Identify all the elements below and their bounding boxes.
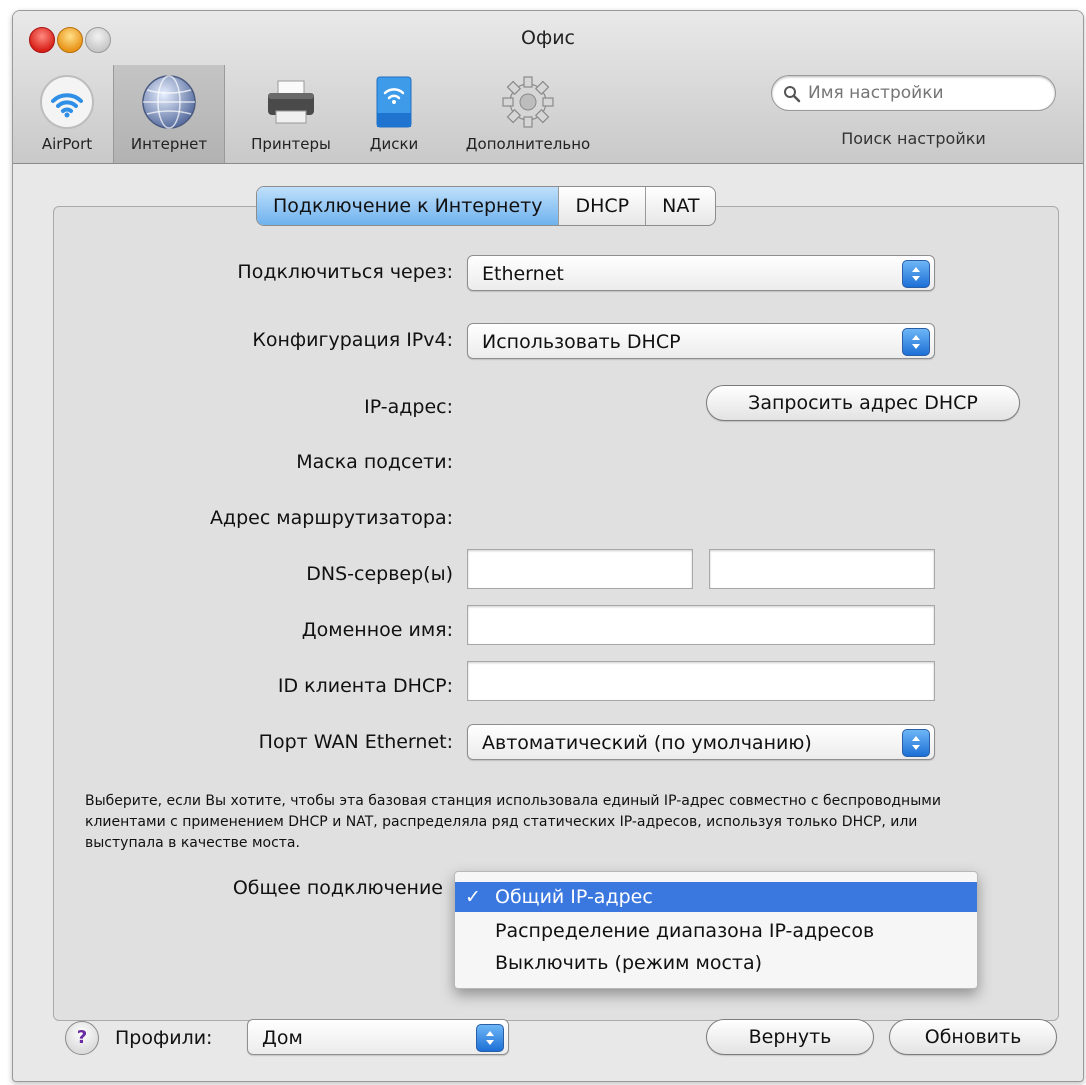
- profiles-value: Дом: [262, 1027, 303, 1049]
- renew-dhcp-button[interactable]: Запросить адрес DHCP: [706, 385, 1020, 421]
- popup-arrows-icon: [902, 729, 930, 757]
- tab-nat[interactable]: NAT: [645, 187, 715, 225]
- tab-internet-connection[interactable]: Подключение к Интернету: [257, 187, 559, 225]
- window: Офис AirPort Интернет Принтеры Диски Доп…: [12, 10, 1084, 1082]
- toolbar-item-internet[interactable]: Интернет: [113, 65, 225, 163]
- ipv4-value: Использовать DHCP: [482, 331, 681, 353]
- client-id-label: ID клиента DHCP:: [277, 675, 453, 697]
- toolbar-label: Диски: [369, 135, 419, 153]
- subnet-mask-label: Маска подсети:: [296, 451, 453, 473]
- disk-icon: [376, 76, 412, 128]
- dns-label: DNS-сервер(ы): [306, 563, 453, 585]
- menu-item-label: Общий IP-адрес: [495, 886, 653, 908]
- checkmark-icon: ✓: [465, 886, 481, 908]
- popup-arrows-icon: [902, 328, 930, 356]
- profiles-popup[interactable]: Дом: [247, 1019, 509, 1055]
- menu-item-label: Распределение диапазона IP-адресов: [495, 920, 875, 942]
- globe-icon: [142, 75, 196, 129]
- wan-port-label: Порт WAN Ethernet:: [258, 731, 453, 753]
- toolbar-item-airport[interactable]: AirPort: [21, 73, 113, 161]
- update-button[interactable]: Обновить: [889, 1019, 1057, 1055]
- toolbar-label: Дополнительно: [465, 135, 591, 153]
- popup-arrows-icon: [476, 1024, 504, 1052]
- toolbar-label: Интернет: [130, 135, 208, 153]
- profiles-label: Профили:: [115, 1027, 213, 1049]
- popup-arrows-icon: [902, 260, 930, 288]
- window-title: Офис: [521, 27, 575, 49]
- revert-button[interactable]: Вернуть: [706, 1019, 874, 1055]
- toolbar-item-advanced[interactable]: Дополнительно: [443, 73, 613, 161]
- help-button[interactable]: ?: [65, 1021, 99, 1055]
- search-caption: Поиск настройки: [841, 129, 986, 148]
- router-address-label: Адрес маршрутизатора:: [209, 507, 453, 529]
- toolbar-label: Принтеры: [251, 135, 331, 153]
- menu-item-shared-ip[interactable]: ✓ Общий IP-адрес: [455, 882, 977, 912]
- airport-icon: [40, 75, 94, 129]
- dhcp-client-id-field[interactable]: [467, 661, 935, 701]
- search-icon: [784, 86, 801, 103]
- dns-server-2-field[interactable]: [709, 549, 935, 589]
- tab-dhcp[interactable]: DHCP: [558, 187, 645, 225]
- toolbar-label: AirPort: [41, 135, 93, 153]
- wan-port-popup[interactable]: Автоматический (по умолчанию): [467, 724, 935, 760]
- toolbar: Офис AirPort Интернет Принтеры Диски Доп…: [13, 11, 1083, 164]
- gear-icon: [502, 76, 554, 128]
- sharing-dropdown-menu: ✓ Общий IP-адрес Распределение диапазона…: [454, 871, 978, 989]
- sharing-label: Общее подключение: [232, 877, 443, 899]
- tab-bar: Подключение к Интернету DHCP NAT: [256, 186, 717, 226]
- ip-address-label: IP-адрес:: [364, 396, 453, 418]
- wan-port-value: Автоматический (по умолчанию): [482, 732, 812, 754]
- domain-label: Доменное имя:: [301, 619, 453, 641]
- menu-item-label: Выключить (режим моста): [495, 952, 763, 974]
- printer-icon: [268, 80, 314, 124]
- domain-name-field[interactable]: [467, 605, 935, 645]
- toolbar-item-disks[interactable]: Диски: [353, 73, 435, 161]
- menu-item-distribute-range[interactable]: Распределение диапазона IP-адресов: [455, 916, 977, 946]
- connect-via-value: Ethernet: [482, 263, 564, 285]
- ipv4-label: Конфигурация IPv4:: [252, 329, 453, 351]
- connect-via-label: Подключиться через:: [237, 261, 453, 283]
- connect-via-popup[interactable]: Ethernet: [467, 255, 935, 291]
- menu-item-bridge-mode[interactable]: Выключить (режим моста): [455, 948, 977, 978]
- description-text: Выберите, если Вы хотите, чтобы эта базо…: [85, 793, 941, 851]
- toolbar-item-printers[interactable]: Принтеры: [235, 73, 347, 161]
- dns-server-1-field[interactable]: [467, 549, 693, 589]
- search-input[interactable]: [771, 75, 1056, 111]
- ipv4-popup[interactable]: Использовать DHCP: [467, 323, 935, 359]
